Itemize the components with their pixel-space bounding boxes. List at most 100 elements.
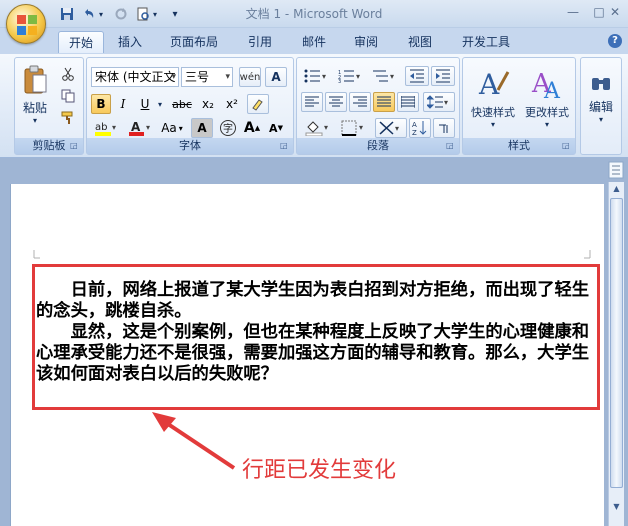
multilevel-list-icon: ▾ bbox=[373, 70, 394, 82]
office-button[interactable] bbox=[6, 4, 46, 44]
chevron-down-icon: ▾ bbox=[225, 72, 230, 82]
tab-references[interactable]: 引用 bbox=[238, 31, 282, 53]
font-launcher-icon[interactable]: ◲ bbox=[280, 141, 290, 151]
cut-button[interactable] bbox=[57, 64, 79, 84]
change-case-button[interactable]: Aa ▾ bbox=[157, 118, 187, 138]
paste-button[interactable]: 粘贴 ▾ bbox=[18, 62, 52, 128]
line-spacing-button[interactable]: ▾ bbox=[423, 92, 455, 112]
scroll-thumb[interactable] bbox=[610, 198, 623, 488]
align-right-button[interactable] bbox=[349, 92, 371, 112]
svg-text:▾: ▾ bbox=[324, 123, 328, 132]
align-center-button[interactable] bbox=[325, 92, 347, 112]
copy-button[interactable] bbox=[57, 86, 79, 106]
chinese-layout-button[interactable]: ▾ bbox=[375, 118, 407, 138]
chevron-down-icon: ▾ bbox=[171, 72, 176, 82]
shrink-font-button[interactable]: A ▼ bbox=[265, 118, 287, 138]
format-painter-button[interactable] bbox=[57, 108, 79, 128]
change-styles-label: 更改样式 bbox=[525, 105, 569, 119]
quick-styles-label: 快速样式 bbox=[471, 105, 515, 119]
enclose-characters-icon: 字 bbox=[220, 120, 236, 136]
superscript-button[interactable]: x² bbox=[221, 94, 243, 114]
bold-button[interactable]: B bbox=[91, 94, 111, 114]
grow-font-button[interactable]: A ▲ bbox=[241, 118, 263, 138]
grow-font-label: A bbox=[243, 120, 255, 136]
sort-button[interactable]: AZ bbox=[409, 118, 431, 138]
paste-icon bbox=[24, 65, 47, 94]
chevron-down-icon: ▾ bbox=[544, 119, 549, 129]
distributed-icon bbox=[401, 96, 415, 108]
clear-format-icon: A bbox=[271, 70, 281, 84]
format-painter-icon bbox=[61, 111, 73, 124]
close-button[interactable]: ✕ bbox=[604, 3, 626, 21]
italic-button[interactable]: I bbox=[113, 94, 133, 114]
phonetic-guide-button[interactable]: wén bbox=[239, 67, 261, 87]
numbering-button[interactable]: 1 2 3 ▾ bbox=[335, 66, 367, 86]
vertical-scrollbar[interactable]: ▲ ▼ bbox=[608, 182, 624, 526]
scroll-down-icon[interactable]: ▼ bbox=[609, 500, 624, 514]
borders-button[interactable]: ▾ bbox=[337, 118, 371, 138]
help-icon[interactable]: ? bbox=[608, 34, 622, 48]
svg-text:▾: ▾ bbox=[359, 123, 363, 132]
highlight-color-button[interactable]: ab ▾ bbox=[91, 118, 121, 138]
editing-button[interactable]: 编辑 ▾ bbox=[583, 62, 619, 134]
align-center-icon bbox=[329, 96, 343, 107]
scroll-up-icon[interactable]: ▲ bbox=[609, 182, 624, 196]
tab-review[interactable]: 审阅 bbox=[344, 31, 388, 53]
minimize-button[interactable]: — bbox=[560, 3, 586, 21]
chevron-down-icon: ▾ bbox=[598, 115, 603, 124]
tab-developer[interactable]: 开发工具 bbox=[452, 31, 520, 53]
ribbon-tabs: 开始 插入 页面布局 引用 邮件 审阅 视图 开发工具 ? bbox=[0, 28, 628, 54]
underline-button[interactable]: U bbox=[135, 94, 155, 114]
character-shading-button[interactable]: A bbox=[191, 118, 213, 138]
quick-styles-button[interactable]: A 快速样式 ▾ bbox=[467, 62, 519, 134]
shrink-font-label: A bbox=[269, 121, 278, 135]
font-color-button[interactable]: A ▾ bbox=[125, 118, 155, 138]
font-size-combo[interactable]: 三号 ▾ bbox=[181, 67, 233, 87]
svg-text:▾: ▾ bbox=[395, 124, 399, 133]
view-ruler-icon[interactable] bbox=[608, 161, 624, 179]
styles-group-label: 样式 bbox=[463, 138, 575, 154]
paragraph-launcher-icon[interactable]: ◲ bbox=[446, 141, 456, 151]
tab-page-layout[interactable]: 页面布局 bbox=[160, 31, 228, 53]
svg-text:A: A bbox=[412, 121, 417, 129]
paragraph-group: ▾ 1 2 3 ▾ ▾ ▾ ▾ ▾ ▾ A Z 段落 ◲ bbox=[296, 57, 460, 155]
editing-group: 编辑 ▾ bbox=[580, 57, 622, 155]
strikethrough-button[interactable]: abc bbox=[169, 94, 195, 114]
styles-launcher-icon[interactable]: ◲ bbox=[562, 141, 572, 151]
text-highlight-tool-icon bbox=[252, 99, 263, 111]
change-styles-button[interactable]: A A 更改样式 ▾ bbox=[521, 62, 573, 134]
clear-format-button[interactable]: A bbox=[265, 67, 287, 87]
binoculars-icon bbox=[592, 78, 610, 90]
distributed-button[interactable] bbox=[397, 92, 419, 112]
scissors-icon bbox=[62, 67, 74, 81]
show-marks-button[interactable] bbox=[433, 118, 455, 138]
align-left-icon bbox=[305, 96, 319, 107]
tab-mailings[interactable]: 邮件 bbox=[292, 31, 336, 53]
decrease-indent-icon bbox=[410, 69, 424, 83]
increase-indent-button[interactable] bbox=[431, 66, 455, 86]
underline-dropdown-icon[interactable]: ▾ bbox=[155, 94, 165, 114]
shading-button[interactable]: ▾ bbox=[301, 118, 335, 138]
subscript-button[interactable]: x₂ bbox=[197, 94, 219, 114]
bullets-button[interactable]: ▾ bbox=[301, 66, 333, 86]
clipboard-launcher-icon[interactable]: ◲ bbox=[70, 141, 80, 151]
change-case-label: Aa bbox=[161, 121, 177, 135]
office-logo-icon bbox=[17, 15, 37, 35]
tab-home[interactable]: 开始 bbox=[58, 31, 105, 53]
text-effect-button[interactable] bbox=[247, 94, 269, 114]
increase-indent-icon bbox=[436, 69, 450, 83]
align-left-button[interactable] bbox=[301, 92, 323, 112]
tab-view[interactable]: 视图 bbox=[398, 31, 442, 53]
window-title: 文档 1 - Microsoft Word bbox=[245, 7, 383, 21]
svg-text:▾: ▾ bbox=[112, 123, 116, 132]
font-name-combo[interactable]: 宋体 (中文正文 ▾ bbox=[91, 67, 179, 87]
decrease-indent-button[interactable] bbox=[405, 66, 429, 86]
clipboard-group: 粘贴 ▾ 剪贴板 ◲ bbox=[14, 57, 84, 155]
grow-arrow-icon: ▲ bbox=[254, 124, 261, 132]
tab-insert[interactable]: 插入 bbox=[108, 31, 152, 53]
justify-icon bbox=[377, 96, 391, 107]
enclose-characters-button[interactable]: 字 bbox=[217, 118, 239, 138]
multilevel-list-button[interactable]: ▾ bbox=[369, 66, 401, 86]
justify-button[interactable] bbox=[373, 92, 395, 112]
paste-label: 粘贴 bbox=[22, 101, 47, 115]
